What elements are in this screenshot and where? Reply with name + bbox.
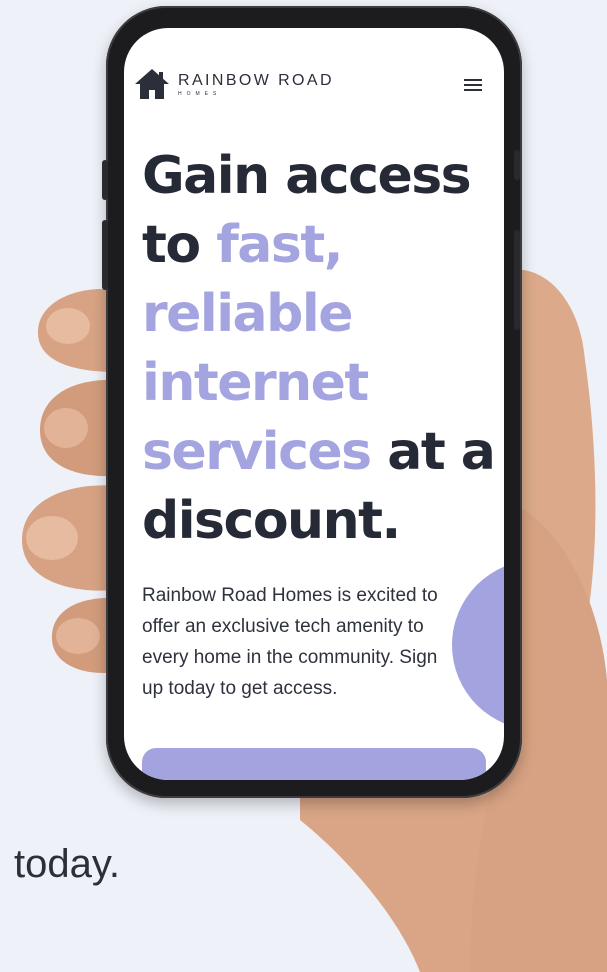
brand-logo[interactable]: RAINBOW ROAD HOMES xyxy=(134,68,334,100)
phone-side-button xyxy=(514,150,520,180)
intro-paragraph: Rainbow Road Homes is excited to offer a… xyxy=(142,585,438,699)
phone-screen: RAINBOW ROAD HOMES Gain access to fast, … xyxy=(124,28,504,780)
brand-subtitle: HOMES xyxy=(178,91,222,97)
signup-button[interactable] xyxy=(142,748,486,780)
headline-line-1: Gain access xyxy=(142,146,472,206)
headline-line-3-accent: reliable xyxy=(142,284,353,344)
phone-side-button xyxy=(102,220,108,290)
house-icon xyxy=(135,69,169,99)
headline-line-5-accent: services xyxy=(142,422,372,482)
hero-headline: Gain access to fast, reliable internet s… xyxy=(142,142,502,556)
decorative-circle xyxy=(452,560,504,730)
brand-name: RAINBOW ROAD xyxy=(178,72,334,89)
headline-line-5-dark: at a xyxy=(370,422,496,482)
phone-side-button xyxy=(102,160,108,200)
headline-line-4-accent: internet xyxy=(142,353,369,413)
headline-line-2-dark: to xyxy=(142,215,217,275)
background-text: today. xyxy=(14,842,120,886)
headline-line-2-accent: fast, xyxy=(216,215,343,275)
phone-side-button xyxy=(514,230,520,330)
hamburger-menu-icon[interactable] xyxy=(464,76,488,94)
headline-line-6-dark: discount. xyxy=(142,491,401,551)
